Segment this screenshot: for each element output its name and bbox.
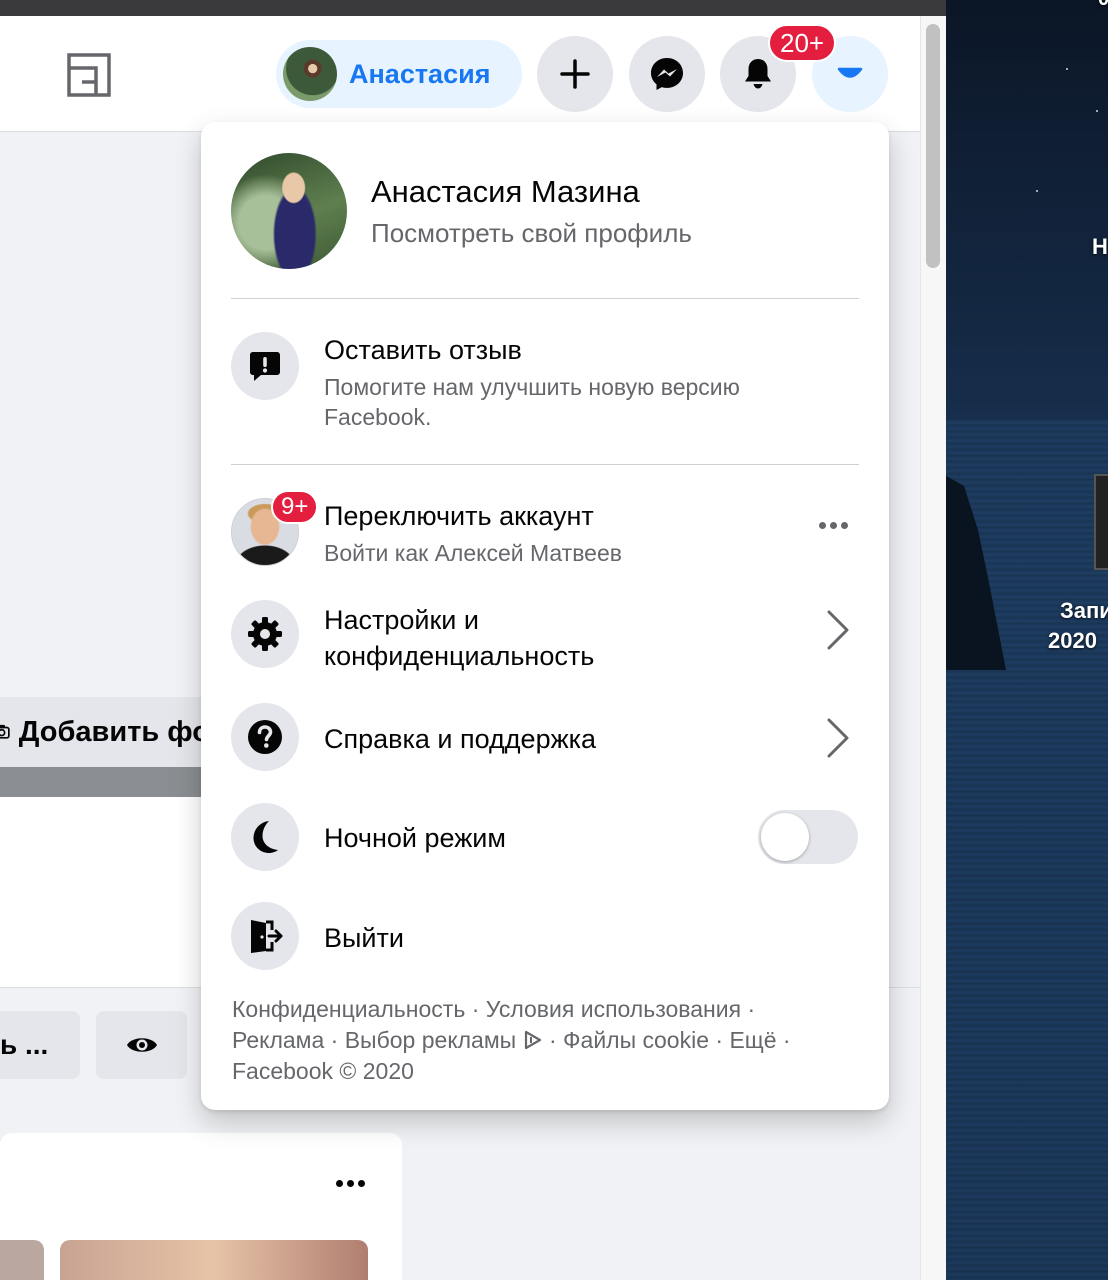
help-title[interactable]: Справка и поддержка: [324, 721, 596, 757]
feedback-subtitle-2: Facebook.: [324, 404, 432, 430]
view-profile-link[interactable]: Посмотреть свой профиль: [371, 218, 692, 249]
notifications-badge: 20+: [768, 24, 837, 62]
feedback-subtitle-1: Помогите нам улучшить новую версию: [324, 374, 740, 400]
add-photo-label: Добавить фо: [18, 715, 210, 748]
footer-more-link[interactable]: Ещё: [729, 1027, 776, 1053]
feedback-icon: [250, 352, 280, 381]
dark-mode-title[interactable]: Ночной режим: [324, 820, 506, 856]
footer-cookies-link[interactable]: Файлы cookie: [563, 1027, 709, 1053]
edit-button[interactable]: ь ...: [0, 1011, 80, 1079]
bell-icon: [745, 59, 771, 89]
avatar: [283, 47, 337, 101]
feedback-icon-wrap[interactable]: [231, 332, 299, 400]
desktop-label-top[interactable]: Н: [1092, 234, 1108, 260]
dark-mode-icon-wrap[interactable]: [231, 803, 299, 871]
create-button[interactable]: [537, 36, 613, 112]
add-photo-button[interactable]: Добавить фо: [0, 697, 210, 767]
profile-shortcut-name: Анастасия: [349, 58, 491, 89]
help-icon-wrap[interactable]: [231, 703, 299, 771]
profile-name[interactable]: Анастасия Мазина: [371, 174, 640, 210]
star: [1096, 110, 1098, 112]
switch-account-subtitle: Войти как Алексей Матвеев: [324, 540, 622, 566]
account-menu: Анастасия Мазина Посмотреть свой профиль…: [201, 122, 889, 1110]
gear-icon: [248, 617, 282, 651]
desktop-file-thumbnail[interactable]: [1094, 474, 1108, 570]
switch-account-title[interactable]: Переключить аккаунт: [324, 498, 594, 534]
ad-choices-icon[interactable]: [523, 1030, 543, 1050]
scrollbar-thumb[interactable]: [926, 24, 940, 268]
dark-mode-toggle[interactable]: [758, 810, 858, 864]
pages-icon[interactable]: [66, 52, 112, 98]
logout-icon-wrap[interactable]: [231, 902, 299, 970]
desktop-label-corner: 0: [1098, 0, 1108, 11]
post-more-icon[interactable]: [336, 1180, 365, 1187]
footer-copyright: Facebook © 2020: [232, 1058, 414, 1084]
toggle-knob: [761, 813, 809, 861]
star: [1066, 68, 1068, 70]
menu-footer: Конфиденциальность · Условия использован…: [232, 994, 862, 1087]
view-as-button[interactable]: [96, 1011, 187, 1079]
messenger-icon: [651, 58, 683, 90]
post-composer-card: [0, 797, 210, 987]
logout-icon: [251, 920, 283, 953]
footer-separator: ·: [330, 1027, 339, 1053]
footer-separator: ·: [548, 1027, 557, 1053]
settings-icon-wrap[interactable]: [231, 600, 299, 668]
desktop-wallpaper: 0 Н Запи 2020: [946, 0, 1108, 1280]
browser-top-bar: [0, 0, 946, 16]
settings-title-1[interactable]: Настройки и: [324, 602, 479, 638]
moon-icon: [253, 821, 278, 853]
footer-separator: ·: [471, 996, 480, 1022]
chevron-right-icon[interactable]: [825, 717, 851, 759]
question-icon: [248, 720, 282, 754]
desktop-file-label-2[interactable]: 2020: [1048, 628, 1097, 654]
cover-strip: [0, 767, 210, 797]
star: [1036, 190, 1038, 192]
footer-separator: ·: [747, 996, 756, 1022]
switch-account-badge: 9+: [271, 490, 319, 524]
caret-down-icon: [837, 67, 863, 78]
plus-icon: [560, 59, 590, 89]
settings-title-2[interactable]: конфиденциальность: [324, 638, 594, 674]
footer-ads-link[interactable]: Реклама: [232, 1027, 324, 1053]
footer-ad-choices-link[interactable]: Выбор рекламы: [345, 1027, 516, 1053]
profile-avatar[interactable]: [231, 153, 347, 269]
edit-button-label: ь ...: [0, 1029, 49, 1060]
footer-terms-link[interactable]: Условия использования: [486, 996, 741, 1022]
chevron-right-icon[interactable]: [825, 609, 851, 651]
messenger-button[interactable]: [629, 36, 705, 112]
divider: [231, 464, 859, 465]
photo-thumbnail[interactable]: [0, 1240, 44, 1280]
footer-privacy-link[interactable]: Конфиденциальность: [232, 996, 465, 1022]
divider: [231, 298, 859, 299]
photo-thumbnail[interactable]: [60, 1240, 368, 1280]
footer-separator: ·: [715, 1027, 724, 1053]
camera-icon: [0, 724, 10, 739]
feedback-title[interactable]: Оставить отзыв: [324, 332, 522, 368]
more-options-icon[interactable]: [819, 522, 848, 529]
eye-icon: [126, 1038, 157, 1052]
logout-title[interactable]: Выйти: [324, 920, 404, 956]
desktop-file-label-1[interactable]: Запи: [1060, 598, 1108, 624]
footer-separator: ·: [782, 1027, 791, 1053]
profile-shortcut[interactable]: Анастасия: [276, 40, 522, 108]
